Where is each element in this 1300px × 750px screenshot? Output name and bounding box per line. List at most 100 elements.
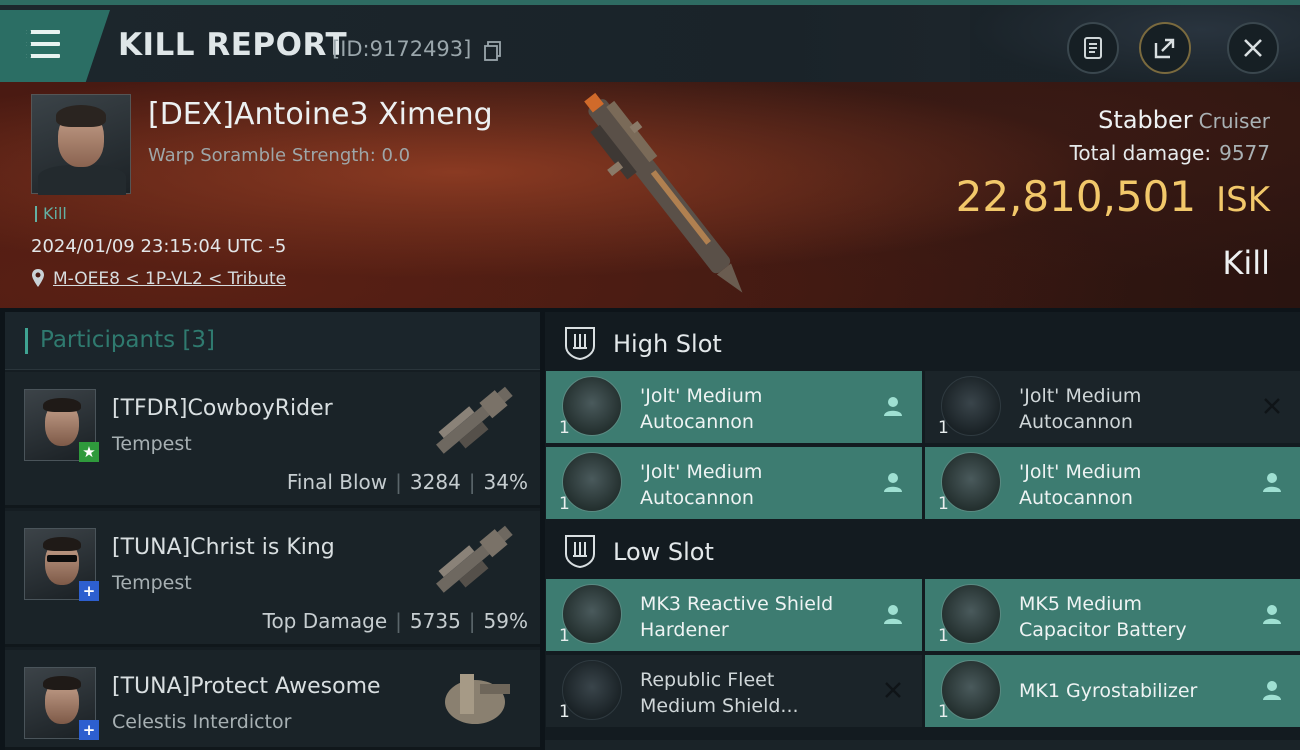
participant-stats: Final Blow | 3284 | 34% <box>286 470 528 494</box>
participant-ship: Tempest <box>112 572 192 594</box>
victim-summary: [DEX]Antoine3 Ximeng Warp Soramble Stren… <box>0 82 1300 308</box>
isk-unit: ISK <box>1216 180 1270 220</box>
participant-row[interactable]: + [TUNA]Christ is King Tempest Top Damag… <box>5 511 540 647</box>
autocannon-icon <box>941 376 1001 436</box>
location-pin-icon <box>32 269 44 287</box>
clipboard-button[interactable] <box>1067 22 1119 74</box>
victim-ship: Stabber Cruiser <box>1098 106 1270 134</box>
ship-class: Cruiser <box>1198 109 1270 133</box>
close-icon <box>1244 39 1262 57</box>
person-icon <box>1263 605 1281 624</box>
low-slot-icon <box>565 535 595 568</box>
participant-role: Top Damage <box>262 609 388 633</box>
share-button[interactable] <box>1139 22 1191 74</box>
menu-button[interactable] <box>0 10 110 82</box>
module-name-line1: 'Jolt' Medium <box>1019 461 1142 483</box>
capacitor-battery-icon <box>941 584 1001 644</box>
participant-row[interactable]: + [TUNA]Protect Awesome Celestis Interdi… <box>5 650 540 750</box>
person-icon <box>884 605 902 624</box>
low-slot-module[interactable]: 1 MK1 Gyrostabilizer <box>925 655 1300 727</box>
participant-row[interactable]: ★ [TFDR]CowboyRider Tempest Final Blow | 3… <box>5 372 540 508</box>
high-slot-header: High Slot <box>545 314 1300 372</box>
module-name-line1: MK3 Reactive Shield <box>640 593 834 615</box>
kill-tag: Kill <box>35 206 67 222</box>
module-name-line1: 'Jolt' Medium <box>640 385 763 407</box>
participant-role: Final Blow <box>286 470 388 494</box>
total-damage: Total damage: 9577 <box>1070 141 1270 165</box>
module-name-line2: Autocannon <box>1019 487 1133 509</box>
participant-ship-render <box>436 525 513 593</box>
participant-percent: 59% <box>483 609 528 633</box>
module-name-line1: MK1 Gyrostabilizer <box>1019 680 1198 702</box>
low-slot-module[interactable]: 1 MK5 Medium Capacitor Battery <box>925 579 1300 651</box>
high-slot-label: High Slot <box>613 330 722 358</box>
participants-panel: Participants [3] ★ [TFDR]CowboyRider Tem… <box>5 312 540 750</box>
victim-portrait[interactable] <box>31 94 131 195</box>
clipboard-icon <box>1084 37 1102 59</box>
low-slot-module[interactable]: 1 Republic Fleet Medium Shield... <box>546 655 922 727</box>
module-quantity: 1 <box>938 494 949 514</box>
ship-name: Stabber <box>1098 106 1193 134</box>
participant-name: [TFDR]CowboyRider <box>112 396 333 421</box>
module-name: MK5 Medium Capacitor Battery <box>1019 591 1239 643</box>
participant-damage: 3284 <box>409 470 461 494</box>
high-slot-module[interactable]: 1 'Jolt' Medium Autocannon <box>925 371 1300 443</box>
close-icon <box>885 682 901 698</box>
module-name: MK3 Reactive Shield Hardener <box>640 591 860 643</box>
high-slot-module[interactable]: 1 'Jolt' Medium Autocannon <box>546 447 922 519</box>
participant-name: [TUNA]Christ is King <box>112 535 335 560</box>
low-slot-header: Low Slot <box>545 522 1300 580</box>
module-quantity: 1 <box>938 418 949 438</box>
participant-ship-render <box>436 386 513 454</box>
menu-icon <box>26 28 62 60</box>
participant-stats: Top Damage | 5735 | 59% <box>262 609 528 633</box>
module-name-line2: Autocannon <box>1019 411 1133 433</box>
high-slot-icon <box>565 327 595 360</box>
module-quantity: 1 <box>938 702 949 722</box>
share-icon <box>1154 38 1175 59</box>
module-name: Republic Fleet Medium Shield... <box>640 667 860 719</box>
participant-ship: Celestis Interdictor <box>112 711 292 733</box>
high-slot-module[interactable]: 1 'Jolt' Medium Autocannon <box>925 447 1300 519</box>
total-damage-value: 9577 <box>1219 141 1270 165</box>
module-name: 'Jolt' Medium Autocannon <box>640 383 860 435</box>
kill-datetime: 2024/01/09 23:15:04 UTC -5 <box>31 236 287 257</box>
top-bar: KILL REPORT [ID:9172493] <box>0 0 1300 87</box>
module-name-line2: Hardener <box>640 619 729 641</box>
participant-ship: Tempest <box>112 433 192 455</box>
person-icon <box>1263 681 1281 700</box>
location-link[interactable]: M-OEE8 < 1P-VL2 < Tribute <box>53 269 286 289</box>
total-damage-label: Total damage: <box>1069 141 1212 165</box>
isk-amount: 22,810,501 <box>955 172 1197 221</box>
copy-icon[interactable] <box>484 41 502 61</box>
page-title: KILL REPORT <box>118 27 348 63</box>
victim-ship-render <box>584 92 743 293</box>
person-icon <box>1263 473 1281 492</box>
next-slot-header-peek <box>545 740 1300 750</box>
shield-extender-icon <box>562 660 622 720</box>
module-name-line2: Medium Shield... <box>640 695 799 717</box>
participant-name: [TUNA]Protect Awesome <box>112 674 381 699</box>
module-name: MK1 Gyrostabilizer <box>1019 678 1239 704</box>
participants-count: [3] <box>182 327 216 353</box>
shield-hardener-icon <box>562 584 622 644</box>
warp-scramble-strength: Warp Soramble Strength: 0.0 <box>148 145 411 166</box>
module-name-line1: 'Jolt' Medium <box>1019 385 1142 407</box>
module-name-line1: MK5 Medium <box>1019 593 1142 615</box>
low-slot-module[interactable]: 1 MK3 Reactive Shield Hardener <box>546 579 922 651</box>
module-name-line2: Autocannon <box>640 487 754 509</box>
participant-ship-render <box>445 674 510 724</box>
module-name-line2: Autocannon <box>640 411 754 433</box>
fitting-panel: High Slot 1 'Jolt' Medium Autocannon 1 'J… <box>545 312 1300 750</box>
low-slot-label: Low Slot <box>613 538 714 566</box>
module-name: 'Jolt' Medium Autocannon <box>1019 459 1239 511</box>
high-slot-module[interactable]: 1 'Jolt' Medium Autocannon <box>546 371 922 443</box>
module-name-line1: 'Jolt' Medium <box>640 461 763 483</box>
victim-name[interactable]: [DEX]Antoine3 Ximeng <box>148 97 493 132</box>
module-name-line2: Capacitor Battery <box>1019 619 1187 641</box>
close-button[interactable] <box>1227 22 1279 74</box>
module-name: 'Jolt' Medium Autocannon <box>640 459 860 511</box>
person-icon <box>884 473 902 492</box>
gyrostabilizer-icon <box>941 660 1001 720</box>
participants-header: Participants [3] <box>5 312 540 370</box>
